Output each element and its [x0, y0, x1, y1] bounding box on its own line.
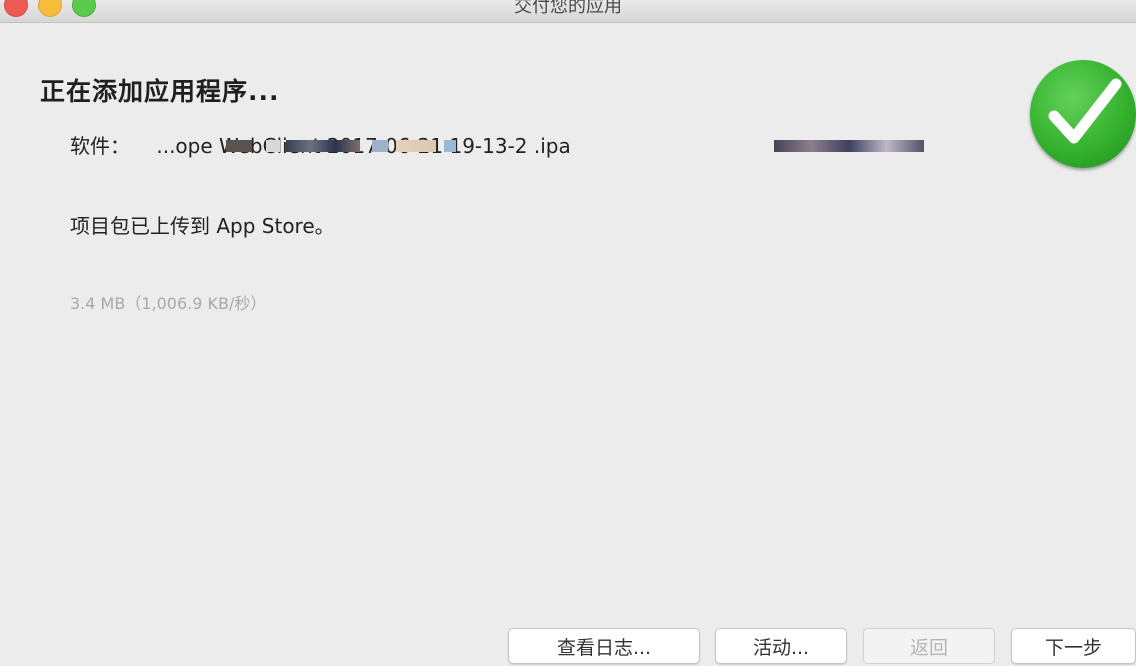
checkmark-circle-icon — [1030, 60, 1136, 168]
upload-status-text: 项目包已上传到 App Store。 — [70, 214, 335, 238]
redaction-block — [226, 140, 253, 152]
redaction-block — [774, 140, 925, 152]
redaction-block — [444, 140, 457, 152]
redaction-block — [266, 140, 281, 152]
redaction-block — [372, 140, 389, 152]
back-button[interactable]: 返回 — [863, 628, 995, 664]
title-bar: 交付您的应用 — [0, 0, 1136, 23]
button-bar: 查看日志... 活动... 返回 下一步 — [0, 626, 1136, 666]
file-info-row: 软件： ...ope WebClient 2017-06-21 19-13-2 … — [70, 130, 925, 159]
transfer-progress: 3.4 MB（1,006.9 KB/秒） — [70, 294, 267, 313]
checkmark-icon — [1048, 78, 1122, 144]
activity-button[interactable]: 活动... — [715, 628, 847, 664]
view-log-button[interactable]: 查看日志... — [508, 628, 700, 664]
window-title: 交付您的应用 — [514, 0, 622, 17]
redaction-block — [396, 140, 437, 152]
file-name-text: ...ope WebClient 2017-06-21 19-13-2 .ipa — [156, 134, 571, 158]
file-label: 软件： — [70, 134, 130, 158]
redaction-block — [286, 140, 361, 152]
next-button[interactable]: 下一步 — [1011, 628, 1136, 664]
page-heading: 正在添加应用程序... — [40, 77, 280, 106]
file-name: ...ope WebClient 2017-06-21 19-13-2 .ipa — [156, 134, 925, 158]
